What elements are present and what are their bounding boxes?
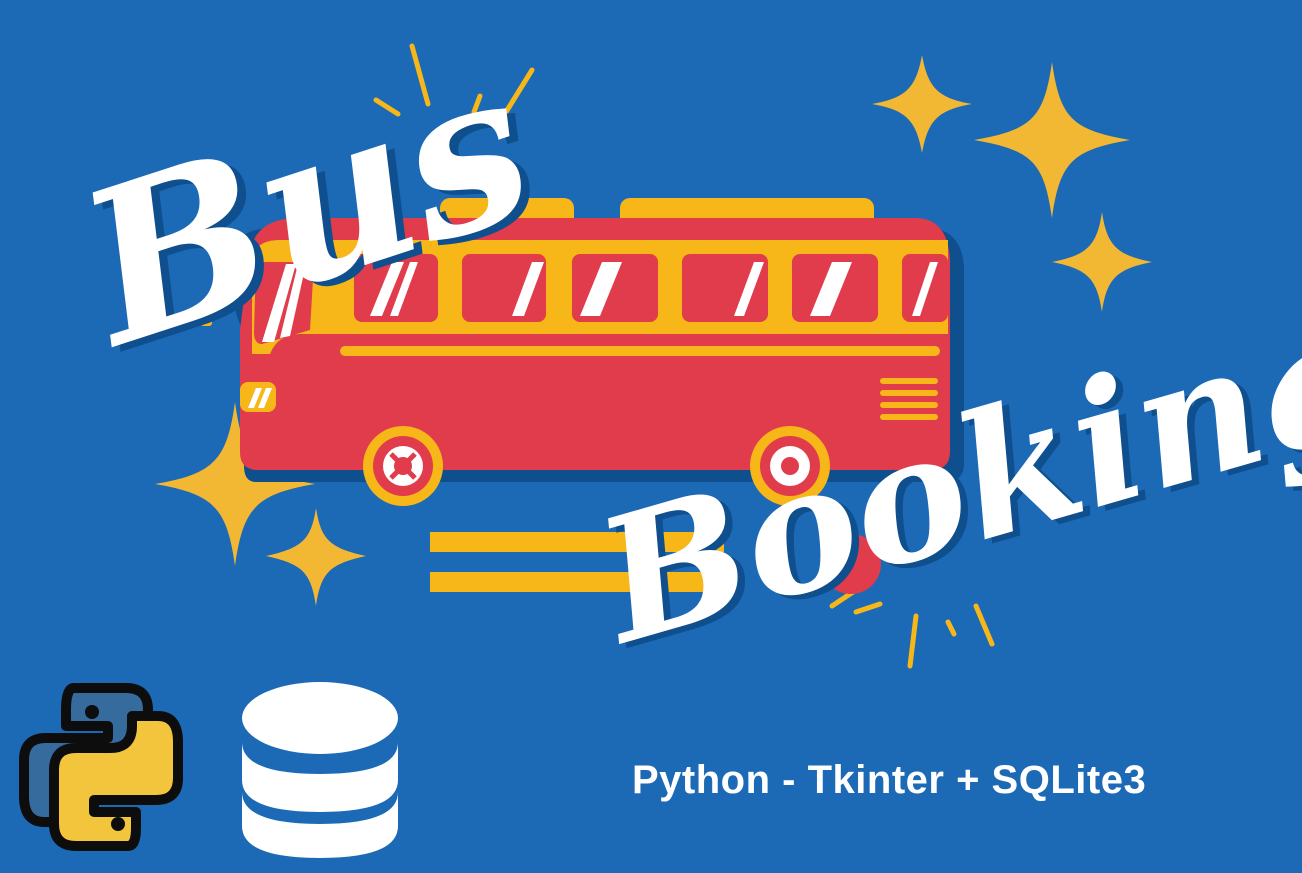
banner-artwork: Bus Bus Booking Booking (19, 20, 1302, 858)
subtitle: Python - Tkinter + SQLite3 (632, 758, 1147, 802)
sparkle-icon (1052, 212, 1152, 312)
sparkle-icon (266, 508, 366, 606)
sparkle-icon (974, 62, 1130, 218)
bus-wheel (363, 426, 443, 506)
sparkle-icon (872, 55, 972, 153)
banner: Bus Bus Booking Booking Python - Tkinter… (0, 0, 1302, 873)
database-icon (242, 682, 398, 858)
python-logo-icon (19, 683, 183, 851)
